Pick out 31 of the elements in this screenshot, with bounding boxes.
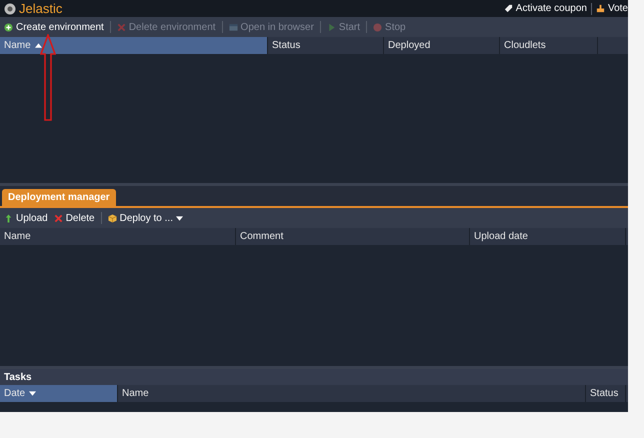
- hand-icon: [596, 4, 605, 13]
- toolbar-button[interactable]: Upload: [4, 212, 48, 224]
- column-label: Status: [590, 388, 618, 399]
- top-link[interactable]: Activate coupon: [504, 3, 587, 14]
- column-label: Date: [4, 388, 26, 399]
- delete-icon: [54, 214, 63, 222]
- column-label: Cloudlets: [504, 40, 546, 51]
- add-icon: [4, 22, 13, 32]
- delete-icon: [116, 22, 126, 32]
- logo-icon: [4, 2, 16, 14]
- tag-icon: [504, 4, 513, 13]
- column-label: Name: [122, 388, 149, 399]
- column-header[interactable]: Name: [0, 37, 268, 54]
- column-label: Upload date: [474, 231, 528, 242]
- column-label: Name: [4, 231, 31, 242]
- top-link[interactable]: Vote: [596, 3, 628, 14]
- column-label: Name: [4, 40, 31, 51]
- column-label: Comment: [240, 231, 284, 242]
- upload-icon: [4, 214, 13, 222]
- app-title: Jelastic: [19, 1, 62, 16]
- package-icon: [108, 214, 117, 222]
- browser-icon: [228, 22, 238, 32]
- column-header[interactable]: Date: [0, 385, 118, 402]
- column-label: Deployed: [388, 40, 430, 51]
- play-icon: [326, 22, 336, 32]
- toolbar-button[interactable]: Create environment: [4, 22, 104, 32]
- stop-icon: [373, 22, 382, 32]
- toolbar-button[interactable]: Delete: [54, 212, 95, 224]
- column-label: Status: [272, 40, 300, 51]
- panel-title: Tasks: [4, 372, 32, 382]
- toolbar-button[interactable]: Deploy to ...: [108, 212, 183, 224]
